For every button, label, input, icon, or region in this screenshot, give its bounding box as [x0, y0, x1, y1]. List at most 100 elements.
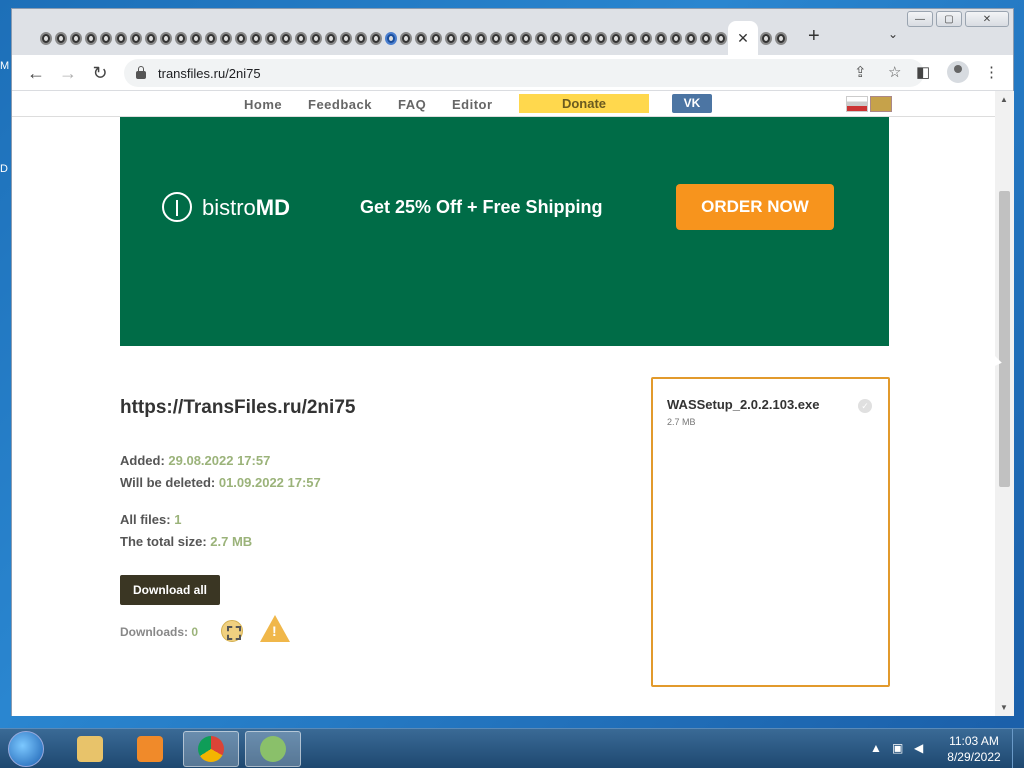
- browser-menu-icon[interactable]: ⋮: [984, 63, 999, 81]
- scroll-down-arrow-icon[interactable]: ▼: [1000, 703, 1008, 712]
- tab-item[interactable]: [458, 28, 473, 48]
- tab-item[interactable]: [533, 28, 548, 48]
- tab-item[interactable]: [668, 28, 683, 48]
- forward-button[interactable]: →: [56, 61, 80, 85]
- tab-item[interactable]: [323, 28, 338, 48]
- address-bar[interactable]: transfiles.ru/2ni75 ⇪ ☆: [124, 59, 924, 87]
- media-player-icon: [137, 736, 163, 762]
- tab-item[interactable]: [158, 28, 173, 48]
- tray-expand-icon[interactable]: ▲: [870, 741, 882, 755]
- tab-item[interactable]: [113, 28, 128, 48]
- ad-banner[interactable]: bistroMD Get 25% Off + Free Shipping ORD…: [120, 117, 889, 346]
- file-name-link[interactable]: WASSetup_2.0.2.103.exe: [667, 397, 819, 412]
- tab-item[interactable]: [128, 28, 143, 48]
- report-warning-icon[interactable]: [260, 615, 290, 642]
- download-all-button[interactable]: Download all: [120, 575, 220, 605]
- tab-item[interactable]: [713, 28, 728, 48]
- tab-item[interactable]: [443, 28, 458, 48]
- tab-item[interactable]: [623, 28, 638, 48]
- share-icon[interactable]: ⇪: [854, 63, 867, 81]
- tab-item[interactable]: [233, 28, 248, 48]
- tab-favicon-icon: [234, 31, 247, 45]
- tab-item[interactable]: [293, 28, 308, 48]
- uk-flag-icon[interactable]: [870, 96, 892, 112]
- tab-item[interactable]: [758, 28, 773, 48]
- tab-favicon-icon: [84, 31, 97, 45]
- tab-item[interactable]: [53, 28, 68, 48]
- tab-item[interactable]: [203, 28, 218, 48]
- lock-icon[interactable]: [136, 66, 146, 79]
- app-clock-icon: [260, 736, 286, 762]
- tab-item[interactable]: [383, 28, 398, 48]
- show-desktop-button[interactable]: [1012, 729, 1024, 768]
- profile-avatar[interactable]: [947, 61, 969, 83]
- taskbar-chrome[interactable]: [183, 731, 239, 767]
- tab-item[interactable]: [278, 28, 293, 48]
- reload-button[interactable]: ↻: [88, 61, 112, 85]
- scroll-up-arrow-icon[interactable]: ▲: [1000, 95, 1008, 104]
- tab-item[interactable]: [428, 28, 443, 48]
- downloads-label: Downloads:: [120, 625, 192, 639]
- close-window-button[interactable]: ✕: [965, 11, 1009, 27]
- tab-item[interactable]: [38, 28, 53, 48]
- active-tab-close-button[interactable]: ✕: [728, 21, 758, 55]
- tab-item[interactable]: [503, 28, 518, 48]
- taskbar-app[interactable]: [245, 731, 301, 767]
- taskbar-clock[interactable]: 11:03 AM 8/29/2022: [940, 733, 1008, 765]
- back-button[interactable]: ←: [24, 61, 48, 85]
- tab-search-button[interactable]: ⌄: [888, 27, 898, 41]
- tab-item[interactable]: [98, 28, 113, 48]
- tab-item[interactable]: [578, 28, 593, 48]
- ad-order-button[interactable]: ORDER NOW: [676, 184, 834, 230]
- tab-item[interactable]: [593, 28, 608, 48]
- url-text[interactable]: transfiles.ru/2ni75: [158, 66, 261, 81]
- tab-item[interactable]: [248, 28, 263, 48]
- tab-item[interactable]: [83, 28, 98, 48]
- tab-item[interactable]: [218, 28, 233, 48]
- nav-home-link[interactable]: Home: [244, 97, 282, 112]
- tab-item[interactable]: [653, 28, 668, 48]
- tab-item[interactable]: [143, 28, 158, 48]
- volume-icon[interactable]: ◀: [914, 741, 923, 755]
- start-button[interactable]: [8, 731, 44, 767]
- tab-item[interactable]: [173, 28, 188, 48]
- scroll-thumb[interactable]: [999, 191, 1010, 487]
- tab-item[interactable]: [773, 28, 788, 48]
- tab-item[interactable]: [188, 28, 203, 48]
- tab-item[interactable]: [488, 28, 503, 48]
- nav-feedback-link[interactable]: Feedback: [308, 97, 372, 112]
- donate-button[interactable]: Donate: [519, 94, 649, 113]
- nav-editor-link[interactable]: Editor: [452, 97, 493, 112]
- new-tab-button[interactable]: +: [808, 25, 820, 48]
- tab-item[interactable]: [518, 28, 533, 48]
- side-panel-icon[interactable]: ◧: [916, 63, 930, 81]
- tab-item[interactable]: [413, 28, 428, 48]
- tab-item[interactable]: [398, 28, 413, 48]
- bookmark-star-icon[interactable]: ☆: [888, 63, 901, 81]
- nav-faq-link[interactable]: FAQ: [398, 97, 426, 112]
- maximize-button[interactable]: ▢: [936, 11, 962, 27]
- tab-item[interactable]: [608, 28, 623, 48]
- tab-item[interactable]: [68, 28, 83, 48]
- taskbar-media-player[interactable]: [122, 731, 178, 767]
- tab-item[interactable]: [338, 28, 353, 48]
- russian-flag-icon[interactable]: [846, 96, 868, 112]
- tab-item[interactable]: [368, 28, 383, 48]
- tab-item[interactable]: [698, 28, 713, 48]
- tab-item[interactable]: [563, 28, 578, 48]
- taskbar-explorer[interactable]: [62, 731, 118, 767]
- tab-favicon-icon: [444, 31, 457, 45]
- network-icon[interactable]: ▣: [892, 741, 903, 755]
- tab-item[interactable]: [473, 28, 488, 48]
- share-link[interactable]: https://TransFiles.ru/2ni75: [120, 397, 355, 419]
- tab-item[interactable]: [263, 28, 278, 48]
- tab-item[interactable]: [308, 28, 323, 48]
- page-scrollbar[interactable]: ▲ ▼: [995, 91, 1014, 716]
- tab-item[interactable]: [683, 28, 698, 48]
- vk-link[interactable]: VK: [672, 94, 712, 113]
- tab-item[interactable]: [548, 28, 563, 48]
- minimize-button[interactable]: —: [907, 11, 933, 27]
- tab-item[interactable]: [638, 28, 653, 48]
- tab-item[interactable]: [353, 28, 368, 48]
- qr-code-icon[interactable]: [221, 620, 243, 642]
